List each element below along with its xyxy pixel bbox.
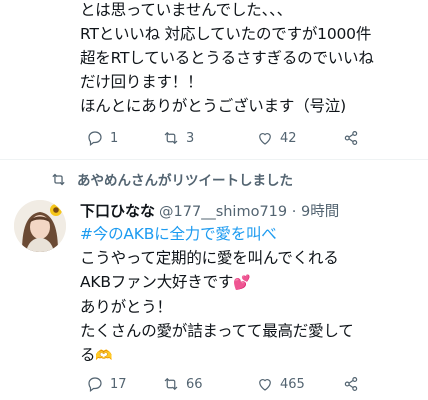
- tweet-header: 下口ひなな @177__shimo719 · 9時間: [80, 198, 420, 222]
- tweet-line: る🫶: [80, 343, 420, 368]
- sunflower-icon: [50, 204, 62, 216]
- like-count: 465: [280, 376, 305, 392]
- retweet-button[interactable]: 66: [162, 372, 203, 396]
- tweet-line-text: AKBファン大好きです: [80, 273, 234, 291]
- like-button[interactable]: 465: [256, 372, 305, 396]
- retweet-icon: [164, 377, 178, 391]
- retweet-count: 66: [186, 376, 203, 392]
- prev-tweet-line: 超をRTしているとうるさすぎるのでいいね: [80, 49, 374, 67]
- tweet-divider: [0, 159, 428, 160]
- two-hearts-emoji: 💕: [233, 275, 251, 291]
- prev-tweet-line: ほんとにありがとうございます（号泣): [80, 97, 346, 115]
- prev-tweet-line: RTといいね 対応していたのですが1000件: [80, 25, 372, 43]
- like-icon: [259, 379, 271, 391]
- tweet-line: ありがとう！: [80, 298, 172, 316]
- retweet-icon: [164, 131, 178, 145]
- reply-count: 1: [110, 130, 119, 146]
- prev-tweet-body: とは思っていませんでした、、、 RTといいね 対応していたのですが1000件 超…: [80, 0, 420, 118]
- reply-count: 17: [110, 376, 127, 392]
- reply-button[interactable]: 17: [86, 372, 127, 396]
- retweet-header-text: あやめんさんがリツイートしました: [77, 173, 293, 189]
- tweet-line: AKBファン大好きです💕: [80, 270, 420, 295]
- retweet-header[interactable]: あやめんさんがリツイートしました: [50, 168, 293, 190]
- avatar-image: [14, 200, 66, 252]
- tweet-line-text: る: [80, 346, 96, 364]
- display-name[interactable]: 下口ひなな: [80, 200, 155, 221]
- tweet-body: 下口ひなな @177__shimo719 · 9時間 #今のAKBに全力で愛を叫…: [80, 198, 420, 368]
- like-count: 42: [280, 130, 297, 146]
- retweet-icon: [52, 173, 65, 185]
- share-icon: [344, 131, 358, 145]
- like-icon: [259, 133, 271, 145]
- retweet-button[interactable]: 3: [162, 126, 194, 150]
- avatar[interactable]: [14, 200, 66, 252]
- tweet-line: こうやって定期的に愛を叫んでくれる: [80, 249, 339, 267]
- reply-icon: [88, 377, 102, 392]
- heart-hands-emoji: 🫶: [95, 348, 113, 364]
- tweet-actions: 17 66 465: [80, 372, 420, 396]
- hashtag-link[interactable]: #今のAKBに全力で愛を叫べ: [80, 222, 420, 246]
- reply-button[interactable]: 1: [86, 126, 118, 150]
- prev-tweet-line: だけ回ります！！: [80, 73, 203, 91]
- tweet-line: たくさんの愛が詰まってて最高だ愛して: [80, 322, 354, 340]
- share-button[interactable]: [342, 126, 360, 150]
- retweet-count: 3: [186, 130, 195, 146]
- handle-and-time[interactable]: @177__shimo719 · 9時間: [159, 200, 339, 221]
- share-icon: [344, 377, 358, 391]
- prev-tweet-line: とは思っていませんでした、、、: [80, 1, 292, 19]
- like-button[interactable]: 42: [256, 126, 297, 150]
- prev-tweet-actions: 1 3 42: [80, 126, 420, 150]
- reply-icon: [88, 131, 102, 146]
- share-button[interactable]: [342, 372, 360, 396]
